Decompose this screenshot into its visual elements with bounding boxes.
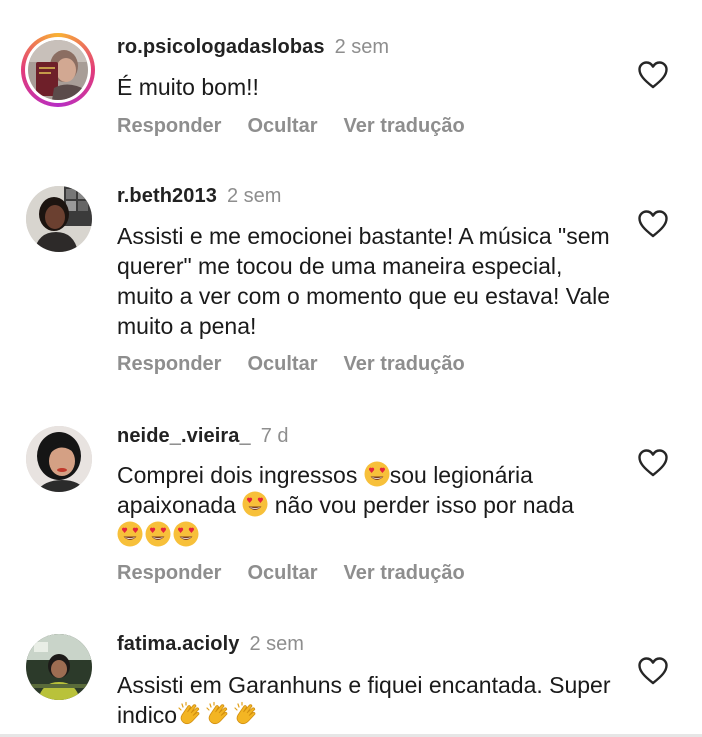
comment-text: É muito bom!! [117,74,259,100]
clapping-hands-emoji-icon [233,701,259,727]
hide-button[interactable]: Ocultar [247,353,317,375]
comment-header: fatima.acioly 2 sem [117,632,304,656]
avatar[interactable] [26,186,92,252]
avatar[interactable] [26,426,92,492]
profile-photo-icon [26,426,92,492]
translate-button[interactable]: Ver tradução [344,562,465,584]
comment-actions: Responder Ocultar Ver tradução [117,114,491,138]
like-heart-icon[interactable] [638,449,668,477]
username[interactable]: r.beth2013 [117,185,217,207]
like-heart-icon[interactable] [638,61,668,89]
reply-button[interactable]: Responder [117,562,221,584]
like-heart-icon[interactable] [638,657,668,685]
avatar[interactable] [26,634,92,700]
comment-header: ro.psicologadaslobas 2 sem [117,35,389,59]
comment-header: r.beth2013 2 sem [117,184,281,208]
heart-eyes-emoji-icon [145,521,171,547]
comment-text-part: não vou perder isso por nada [268,492,574,518]
clapping-hands-emoji-icon [177,701,203,727]
timestamp: 7 d [260,425,289,447]
username[interactable]: fatima.acioly [117,633,239,655]
timestamp: 2 sem [226,185,282,207]
timestamp: 2 sem [249,633,304,655]
comment-text: Assisti e me emocionei bastante! A músic… [117,223,611,339]
translate-button[interactable]: Ver tradução [344,353,465,375]
heart-eyes-emoji-icon [364,461,390,487]
reply-button[interactable]: Responder [117,115,221,137]
translate-button[interactable]: Ver tradução [344,115,465,137]
timestamp: 2 sem [334,36,390,58]
comment-actions: Responder Ocultar Ver tradução [117,352,491,376]
profile-photo-icon [26,186,92,252]
comment-text: Comprei dois ingressos sou legionária ap… [117,460,597,550]
username[interactable]: ro.psicologadaslobas [117,36,325,58]
comment-header: neide_.vieira_ 7 d [117,424,289,448]
avatar[interactable] [21,33,95,107]
clapping-hands-emoji-icon [205,701,231,727]
heart-eyes-emoji-icon [242,491,268,517]
profile-photo-icon [28,40,88,100]
username[interactable]: neide_.vieira_ [117,425,251,447]
comment-text-part: Comprei dois ingressos [117,462,364,488]
hide-button[interactable]: Ocultar [247,115,317,137]
comment-text: Assisti em Garanhuns e fiquei encantada.… [117,670,617,730]
heart-eyes-emoji-icon [173,521,199,547]
comment-list: ro.psicologadaslobas 2 sem É muito bom!! … [0,0,702,737]
reply-button[interactable]: Responder [117,353,221,375]
comment-actions: Responder Ocultar Ver tradução [117,561,491,585]
like-heart-icon[interactable] [638,210,668,238]
profile-photo-icon [26,634,92,700]
heart-eyes-emoji-icon [117,521,143,547]
hide-button[interactable]: Ocultar [247,562,317,584]
